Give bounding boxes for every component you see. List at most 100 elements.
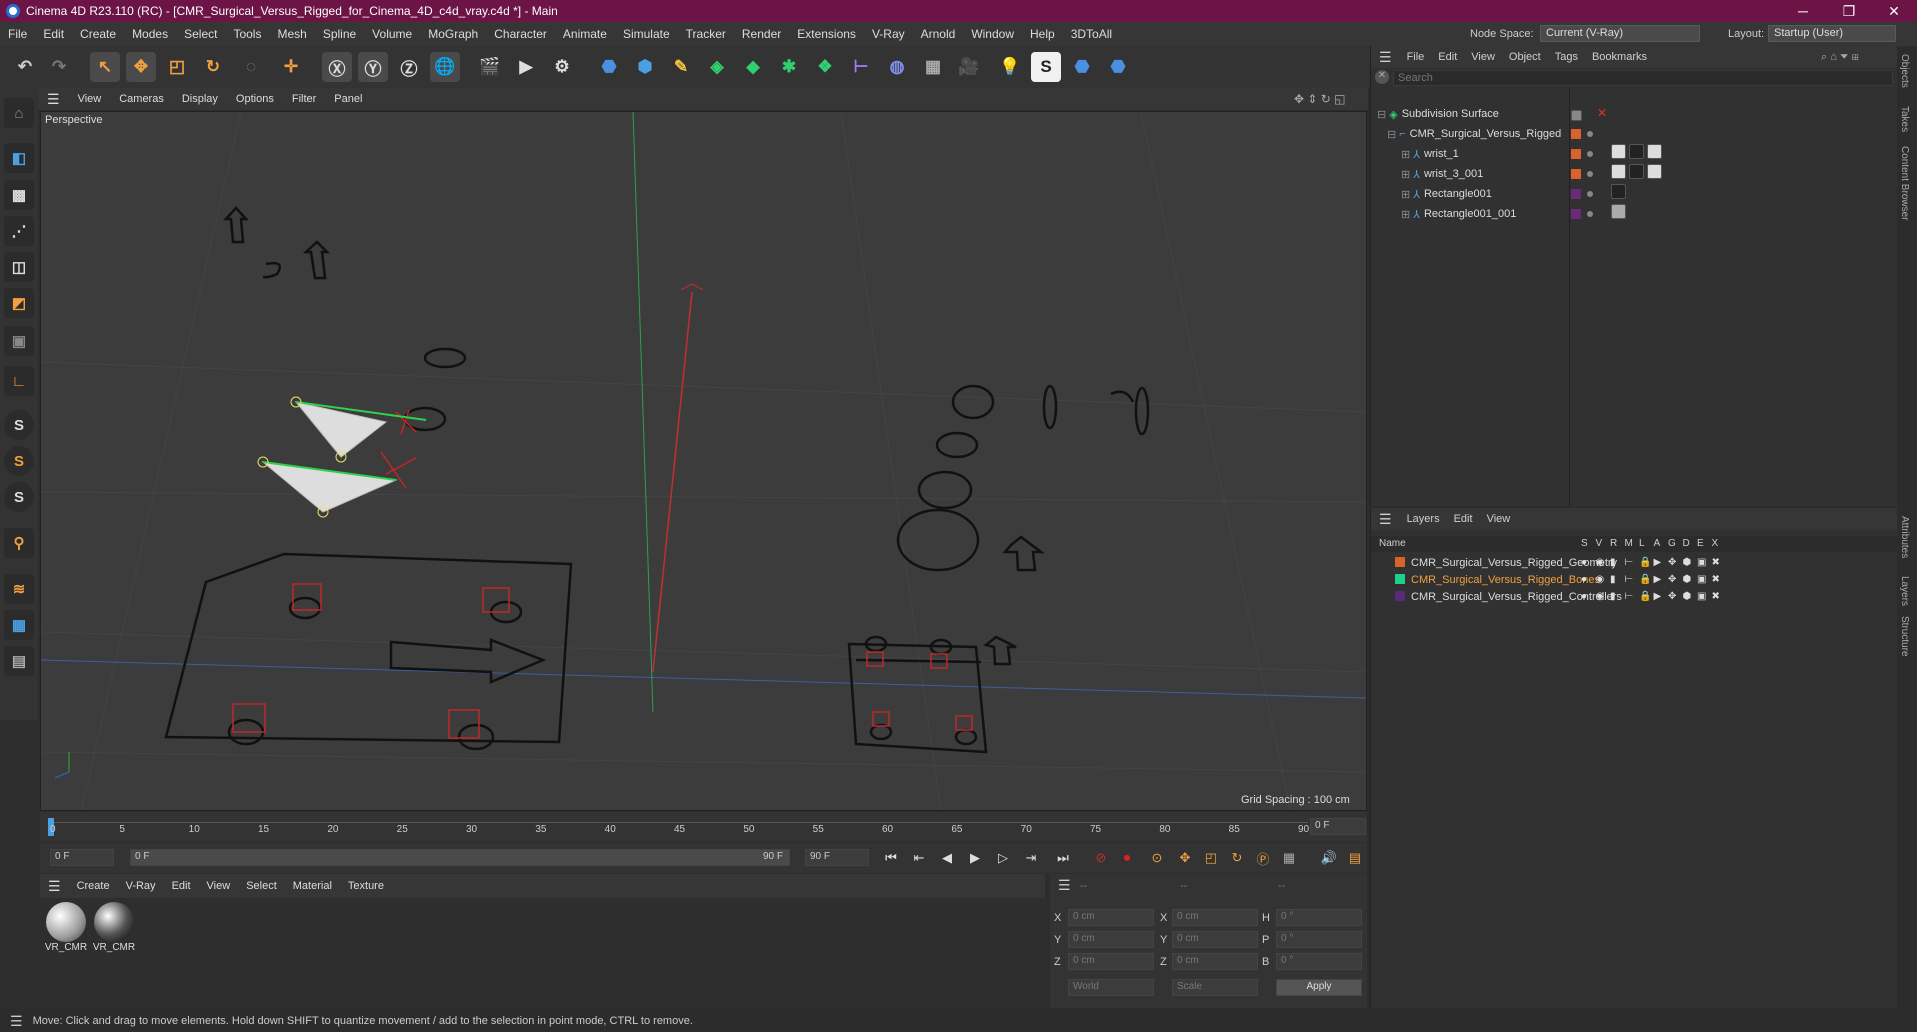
layer-toggle-icon[interactable]: ▣ [1697,557,1706,568]
layer-col-header[interactable]: V [1596,538,1603,549]
layer-row[interactable]: CMR_Surgical_Versus_Rigged_Geometry ● ◉ ▮ ⊢ 🔒… [1371,554,1898,571]
menu-arnold[interactable]: Arnold [913,27,964,41]
menu-render[interactable]: Render [734,27,789,41]
material-menu-material[interactable]: Material [285,880,340,892]
menu-volume[interactable]: Volume [364,27,420,41]
layer-col-header[interactable]: D [1683,538,1690,549]
viewport-hamburger-icon[interactable]: ☰ [38,91,69,108]
object-row-subdivision-surface[interactable]: ⊟ ◈ Subdivision Surface [1377,104,1499,124]
layer-col-header[interactable]: E [1697,538,1704,549]
menu-create[interactable]: Create [72,27,124,41]
points-mode-icon[interactable]: ⋰ [4,216,34,246]
visibility-dot[interactable] [1587,151,1593,157]
layer-toggle-icon[interactable]: ⬢ [1683,591,1692,602]
menu-edit[interactable]: Edit [35,27,72,41]
material-tag-icon[interactable] [1611,184,1626,199]
material-swatch-2[interactable]: VR_CMR [92,902,136,960]
snap-s3-icon[interactable]: S [4,482,34,512]
visibility-dot[interactable] [1587,131,1593,137]
scale-tool-icon[interactable]: ◰ [162,52,192,82]
object-menu-object[interactable]: Object [1502,51,1548,63]
texture-mode-icon[interactable]: ▩ [4,180,34,210]
layer-col-header[interactable]: G [1668,538,1676,549]
object-search-icons[interactable]: ⌕ ⌂ ⏷ ⊞ [1821,51,1859,64]
menu-vray[interactable]: V-Ray [864,27,913,41]
menu-tools[interactable]: Tools [225,27,269,41]
layer-color-swatch[interactable] [1395,591,1405,601]
script-icon[interactable]: ⬣ [1067,52,1097,82]
make-editable-icon[interactable]: ⌂ [4,98,34,128]
move-tool-icon[interactable]: ✥ [126,52,156,82]
edges-mode-icon[interactable]: ◫ [4,252,34,282]
x-axis-lock-icon[interactable]: Ⓧ [322,52,352,82]
extrude-icon[interactable]: ◆ [738,52,768,82]
layer-toggle-icon[interactable]: ▮ [1610,557,1616,568]
coord-hamburger-icon[interactable]: ☰ [1058,877,1071,894]
material-tag-icon[interactable] [1629,144,1644,159]
layer-toggle-icon[interactable]: ✖ [1712,557,1720,568]
menu-animate[interactable]: Animate [555,27,615,41]
axis-mode-icon[interactable]: ∟ [4,366,34,396]
layer-toggle-icon[interactable]: 🔒 [1639,574,1651,585]
checker-tag-icon[interactable] [1647,144,1662,159]
menu-simulate[interactable]: Simulate [615,27,678,41]
layer-toggle-icon[interactable]: ▣ [1697,591,1706,602]
polygons-mode-icon[interactable]: ◩ [4,288,34,318]
edit-tag-icon[interactable] [1571,110,1582,121]
layer-col-header[interactable]: A [1654,538,1661,549]
subdivision-icon[interactable]: ◈ [702,52,732,82]
rot-b-field[interactable]: 0 ° [1276,953,1362,970]
key-scale-icon[interactable]: ◰ [1200,847,1222,869]
layer-toggle-icon[interactable]: ● [1581,557,1587,568]
go-to-end-icon[interactable]: ⏭ [1052,847,1074,869]
layer-color-swatch[interactable] [1395,557,1405,567]
3d-viewport[interactable]: Perspective Grid Spacing : 100 cm [40,111,1367,811]
status-hamburger-icon[interactable]: ☰ [0,1013,33,1030]
next-key-icon[interactable]: ⇥ [1020,847,1042,869]
layer-col-header[interactable]: M [1625,538,1633,549]
layer-toggle-icon[interactable]: ⊢ [1625,591,1634,602]
layer-toggle-icon[interactable]: ⬢ [1683,557,1692,568]
viewport-menu-view[interactable]: View [69,93,111,105]
coord-scale-select[interactable]: Scale [1172,979,1258,996]
layer-col-header[interactable]: X [1712,538,1719,549]
key-pla-icon[interactable]: ▦ [1278,847,1300,869]
pos-z-field[interactable]: 0 cm [1068,953,1154,970]
layer-toggle-icon[interactable]: ▶ [1654,557,1662,568]
z-axis-lock-icon[interactable]: Ⓩ [394,52,424,82]
layer-toggle-icon[interactable]: ▮ [1610,574,1616,585]
maximize-button[interactable]: ❐ [1826,0,1872,22]
layer-color-swatch[interactable] [1395,574,1405,584]
layer-menu-layers[interactable]: Layers [1400,513,1447,525]
pos-y-field[interactable]: 0 cm [1068,931,1154,948]
layer-toggle-icon[interactable]: ✥ [1668,591,1676,602]
layer-toggle-icon[interactable]: ✥ [1668,557,1676,568]
render-to-picture-viewer-icon[interactable]: ▶ [511,52,541,82]
layer-col-header[interactable]: S [1581,538,1588,549]
cloner-icon[interactable]: ✱ [774,52,804,82]
layer-toggle-icon[interactable]: ◉ [1596,557,1605,568]
layer-toggle-icon[interactable]: 🔒 [1639,557,1651,568]
rot-h-field[interactable]: 0 ° [1276,909,1362,926]
current-frame-field[interactable]: 0 F [1310,818,1366,835]
model-mode-icon[interactable]: ◧ [4,143,34,173]
object-search-input[interactable] [1393,70,1893,86]
layer-toggle-icon[interactable]: ▮ [1610,591,1616,602]
menu-mesh[interactable]: Mesh [269,27,314,41]
key-position-icon[interactable]: ✥ [1174,847,1196,869]
material-menu-view[interactable]: View [199,880,239,892]
grid-icon[interactable]: ▦ [4,610,34,640]
layer-menu-edit[interactable]: Edit [1447,513,1480,525]
layer-toggle-icon[interactable]: ◉ [1596,574,1605,585]
visibility-dot[interactable] [1587,171,1593,177]
tab-content-browser[interactable]: Content Browser [1899,146,1910,220]
delete-tag-icon[interactable]: ✕ [1597,106,1607,120]
end-frame-field[interactable]: 90 F [805,849,869,866]
viewport-menu-cameras[interactable]: Cameras [110,93,173,105]
size-z-field[interactable]: 0 cm [1172,953,1258,970]
next-frame-icon[interactable]: ▷ [992,847,1014,869]
coordinate-system-icon[interactable]: 🌐 [430,52,460,82]
menu-select[interactable]: Select [176,27,225,41]
transform-tool-icon[interactable]: ✛ [276,52,306,82]
magnet-icon[interactable]: ⚲ [4,528,34,558]
